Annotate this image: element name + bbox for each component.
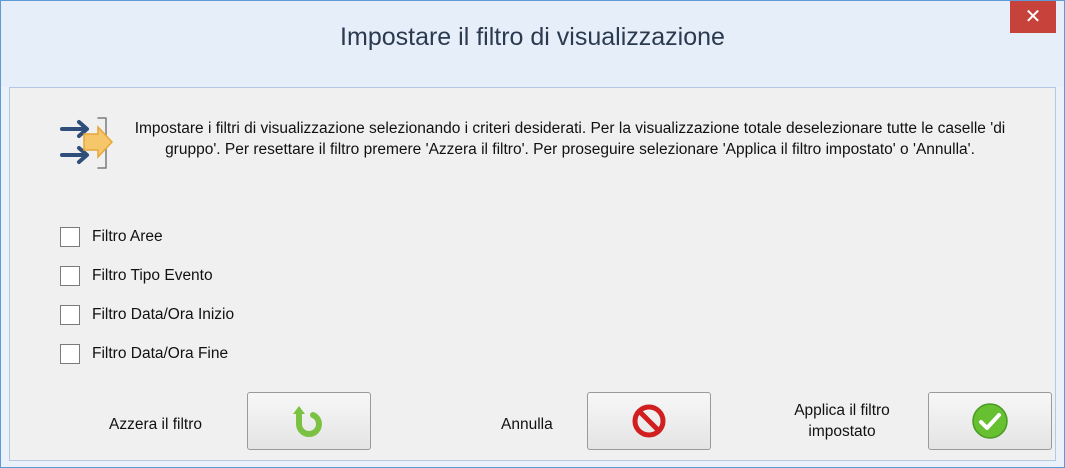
dialog-title: Impostare il filtro di visualizzazione	[340, 23, 725, 51]
filter-tipo-evento-checkbox-row[interactable]: Filtro Tipo Evento	[60, 264, 213, 288]
close-icon: ✕	[1024, 6, 1042, 28]
reset-button-label: Azzera il filtro	[109, 416, 203, 433]
checkbox-label: Filtro Tipo Evento	[92, 267, 213, 284]
no-entry-icon	[632, 404, 666, 438]
dialog-window: Impostare il filtro di visualizzazione ✕…	[0, 0, 1065, 468]
reset-filter-button[interactable]	[247, 392, 371, 450]
close-button[interactable]: ✕	[1010, 1, 1056, 33]
filter-data-inizio-checkbox-row[interactable]: Filtro Data/Ora Inizio	[60, 303, 234, 327]
checkbox-label: Filtro Aree	[92, 228, 163, 245]
filter-data-fine-checkbox-row[interactable]: Filtro Data/Ora Fine	[60, 342, 228, 366]
cancel-button-label: Annulla	[501, 416, 553, 433]
checkbox[interactable]	[60, 344, 80, 364]
checkbox[interactable]	[60, 266, 80, 286]
reset-arrow-icon	[293, 406, 323, 437]
checkbox-label: Filtro Data/Ora Inizio	[92, 306, 235, 323]
checkbox[interactable]	[60, 305, 80, 325]
filter-arrows-icon	[60, 117, 114, 169]
title-bar[interactable]: Impostare il filtro di visualizzazione ✕	[1, 1, 1064, 87]
checkbox[interactable]	[60, 227, 80, 247]
instructions-text: Impostare i filtri di visualizzazione se…	[134, 120, 1006, 158]
checkbox-label: Filtro Data/Ora Fine	[92, 345, 229, 362]
apply-filter-button[interactable]	[928, 392, 1052, 450]
cancel-button[interactable]	[587, 392, 711, 450]
filter-aree-checkbox-row[interactable]: Filtro Aree	[60, 225, 163, 249]
dialog-body: Impostare i filtri di visualizzazione se…	[9, 87, 1056, 461]
apply-button-label: Applica il filtro impostato	[794, 402, 890, 440]
checkmark-icon	[972, 403, 1008, 439]
